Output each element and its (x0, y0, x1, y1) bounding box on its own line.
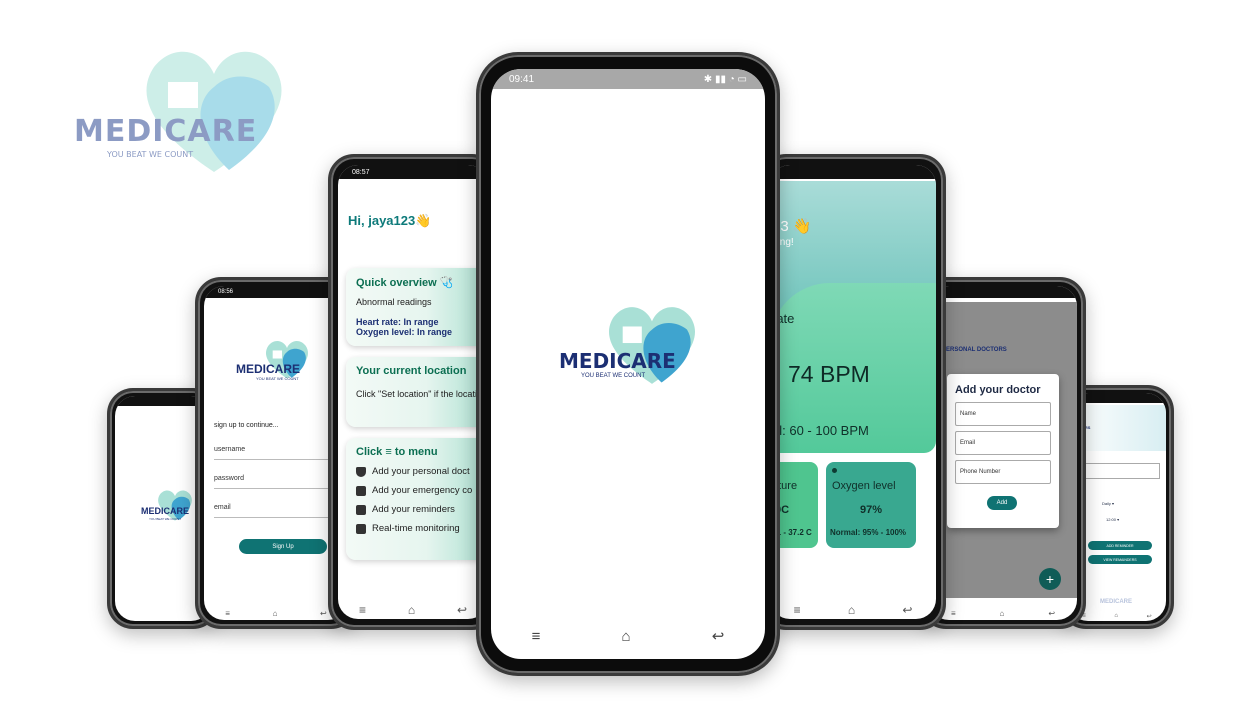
time-select[interactable]: 12:00 ▾ (1106, 517, 1119, 522)
phone-splash-main: 09:41 ✱ ▮▮ ◔ ▭ MEDICARE YOU BEAT WE COUN… (476, 52, 780, 676)
nav-bar: ≡ ⌂ ↩ (929, 606, 1077, 620)
nav-bar: ≡ ⌂ ↩ (204, 606, 348, 620)
menu-item-monitoring[interactable]: Real-time monitoring (356, 523, 482, 534)
status-time: 08:57 (352, 168, 370, 176)
signup-button[interactable]: Sign Up (239, 539, 327, 554)
phone-screen: 08:57 Hi, jaya123👋 Quick overview 🩺 Abno… (338, 165, 488, 619)
status-bar (929, 286, 1077, 298)
footer-logo: MEDICARE (1100, 599, 1133, 605)
add-doctor-dialog: Add your doctor Name Email Phone Number … (947, 374, 1059, 528)
wave-icon: 👋 (792, 218, 812, 235)
menu-item-reminders[interactable]: Add your reminders (356, 504, 482, 515)
menu-nav-icon[interactable]: ≡ (359, 603, 366, 617)
nav-bar: ≡ ⌂ ↩ (770, 601, 936, 619)
brand-tagline: YOU BEAT WE COUNT (256, 376, 299, 381)
overview-subtitle: Abnormal readings (356, 297, 432, 307)
home-nav-icon[interactable]: ⌂ (622, 628, 631, 645)
brand-tagline: YOU BEAT WE COUNT (581, 373, 646, 379)
home-nav-icon[interactable]: ⌂ (848, 603, 855, 617)
brand-wordmark: MEDICARE (141, 506, 190, 516)
home-nav-icon[interactable]: ⌂ (273, 609, 278, 618)
back-nav-icon[interactable]: ↩ (712, 627, 725, 645)
doctor-email-input[interactable]: Email (955, 431, 1051, 455)
doctor-name-input[interactable]: Name (955, 402, 1051, 426)
view-reminders-button[interactable]: VIEW REMAINDERS (1088, 555, 1152, 564)
menu-item-emergency[interactable]: Add your emergency co (356, 485, 482, 496)
oxygen-status: Oxygen level: In range (356, 327, 453, 337)
nav-bar: ≡ ⌂ ↩ (491, 623, 765, 649)
phone-dashboard: 08:57 Hi, jaya123👋 Quick overview 🩺 Abno… (328, 154, 498, 630)
heart-normal-range: al: 60 - 100 BPM (772, 423, 869, 438)
calendar-icon (356, 504, 366, 515)
back-nav-icon[interactable]: ↩ (457, 603, 467, 617)
menu-nav-icon[interactable]: ≡ (794, 603, 801, 617)
menu-item-doctor[interactable]: Add your personal doct (356, 466, 482, 477)
menu-nav-icon[interactable]: ≡ (225, 609, 230, 618)
status-bar (770, 165, 936, 179)
signup-prompt: sign up to continue... (214, 422, 279, 429)
brand-wordmark: MEDICARE (236, 362, 301, 376)
wave-icon: 👋 (415, 213, 432, 228)
home-nav-icon[interactable]: ⌂ (1114, 613, 1118, 619)
add-doctor-button[interactable]: Add (987, 496, 1017, 510)
status-time: 09:41 (509, 73, 535, 85)
oxygen-card: Oxygen level 97% Normal: 95% - 100% (826, 462, 916, 548)
phone-heart-rate: 23 👋 ning! rate 74 BPM al: 60 - 100 BPM … (760, 154, 946, 630)
home-nav-icon[interactable]: ⌂ (1000, 609, 1005, 618)
phone-screen: PERSONAL DOCTORS Add your doctor Name Em… (929, 286, 1077, 620)
location-text: Click "Set location" if the location (356, 389, 482, 399)
brand-tagline: YOU BEAT WE COUNT (107, 150, 194, 159)
contact-card-icon (356, 485, 366, 496)
menu-nav-icon[interactable]: ≡ (532, 628, 541, 645)
overview-title: Quick overview 🩺 (356, 277, 454, 289)
back-nav-icon[interactable]: ↩ (902, 603, 912, 617)
location-card: Your current location Click "Set locatio… (346, 357, 488, 427)
menu-card: Click ≡ to menu Add your personal doct A… (346, 438, 488, 560)
status-bar: 09:41 ✱ ▮▮ ◔ ▭ (491, 69, 765, 89)
signup-logo: MEDICARE YOU BEAT WE COUNT (236, 338, 326, 388)
status-bar: 08:56 (204, 286, 348, 298)
oxygen-label: Oxygen level (832, 480, 896, 492)
splash-logo: MEDICARE YOU BEAT WE COUNT (141, 488, 201, 528)
add-reminder-button[interactable]: ADD REMINDER (1088, 541, 1152, 550)
brand-tagline: YOU BEAT WE COUNT (149, 517, 182, 521)
doctor-phone-input[interactable]: Phone Number (955, 460, 1051, 484)
home-nav-icon[interactable]: ⌂ (408, 603, 415, 617)
dialog-title: Add your doctor (955, 384, 1041, 396)
status-time: 08:56 (218, 289, 234, 295)
brand-logo: MEDICARE YOU BEAT WE COUNT (72, 42, 292, 182)
greeting-text: Hi, jaya123👋 (348, 213, 432, 228)
status-bar: 08:57 (338, 165, 488, 179)
back-nav-icon[interactable]: ↩ (320, 609, 327, 618)
bpm-value: 74 BPM (788, 361, 870, 387)
back-nav-icon[interactable]: ↩ (1048, 609, 1055, 618)
frequency-select[interactable]: Daily ▾ (1102, 501, 1114, 506)
monitor-icon (356, 523, 366, 534)
heart-rate-status: Heart rate: In range (356, 317, 439, 327)
brand-wordmark: MEDICARE (74, 114, 258, 149)
splash-logo: MEDICARE YOU BEAT WE COUNT (559, 301, 709, 391)
oxygen-range: Normal: 95% - 100% (830, 528, 907, 537)
status-icons: ✱ ▮▮ ◔ ▭ (703, 73, 747, 85)
shield-icon (356, 466, 366, 477)
back-nav-icon[interactable]: ↩ (1147, 613, 1152, 620)
stethoscope-icon: 🩺 (439, 277, 454, 289)
brand-wordmark: MEDICARE (559, 349, 676, 373)
menu-nav-icon[interactable]: ≡ (951, 609, 956, 618)
add-fab-button[interactable]: + (1039, 568, 1061, 590)
status-dot (832, 468, 837, 473)
phone-screen: 23 👋 ning! rate 74 BPM al: 60 - 100 BPM … (770, 165, 936, 619)
location-title: Your current location (356, 365, 467, 377)
phone-screen: 09:41 ✱ ▮▮ ◔ ▭ MEDICARE YOU BEAT WE COUN… (491, 69, 765, 659)
menu-card-title: Click ≡ to menu (356, 446, 438, 458)
nav-bar: ≡ ⌂ ↩ (338, 601, 488, 619)
overview-card: Quick overview 🩺 Abnormal readings Heart… (346, 268, 488, 346)
oxygen-value: 97% (860, 504, 883, 516)
phone-screen: 08:56 MEDICARE YOU BEAT WE COUNT sign up… (204, 286, 348, 620)
